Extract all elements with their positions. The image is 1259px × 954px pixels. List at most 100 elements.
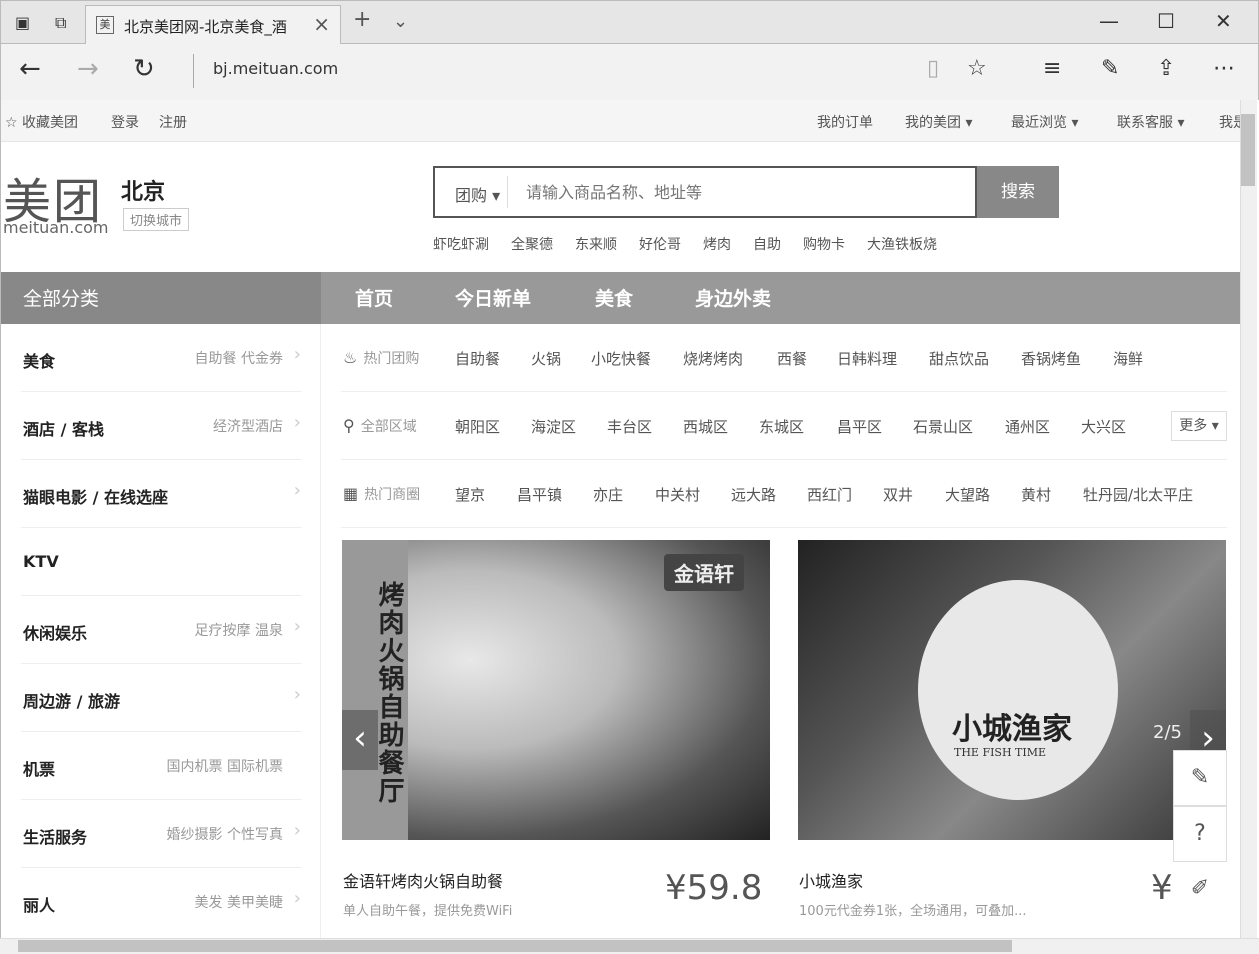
filter-item[interactable]: 中关村 [655, 484, 700, 505]
horizontal-scroll-thumb[interactable] [18, 940, 1012, 952]
nav-delivery[interactable]: 身边外卖 [695, 284, 771, 311]
favicon-icon: 美 [96, 16, 114, 34]
sidebar-item-name: 丽人 [23, 896, 56, 915]
chevron-right-icon: › [293, 480, 301, 501]
customer-service-link[interactable]: 联系客服 ▾ [1117, 112, 1184, 132]
login-link[interactable]: 登录 [111, 112, 139, 132]
tab-close-icon[interactable]: × [313, 12, 330, 36]
vertical-scrollbar[interactable] [1240, 100, 1257, 938]
hot-word[interactable]: 全聚德 [511, 237, 553, 253]
filter-item[interactable]: 海鲜 [1113, 348, 1143, 369]
favorite-star-icon[interactable]: ☆ [967, 56, 987, 81]
url-field[interactable]: bj.meituan.com [213, 59, 338, 78]
sidebar-item-hotel[interactable]: 酒店 / 客栈 经济型酒店 › [21, 392, 301, 460]
filter-item[interactable]: 烧烤烤肉 [683, 348, 743, 369]
register-link[interactable]: 注册 [159, 112, 187, 132]
tab-list-chevron-icon[interactable]: ⌄ [393, 11, 408, 32]
filter-item[interactable]: 牡丹园/北太平庄 [1083, 484, 1193, 505]
filter-item[interactable]: 丰台区 [607, 416, 652, 437]
filter-item[interactable]: 东城区 [759, 416, 804, 437]
sidebar-item-movie[interactable]: 猫眼电影 / 在线选座 › [21, 460, 301, 528]
filter-item[interactable]: 小吃快餐 [591, 348, 651, 369]
nav-new-today[interactable]: 今日新单 [455, 284, 531, 311]
filter-item[interactable]: 黄村 [1021, 484, 1051, 505]
edit-icon[interactable]: ✐ [1173, 862, 1227, 918]
deal-image-2[interactable]: 小城渔家 THE FISH TIME › [798, 540, 1226, 840]
forward-icon[interactable]: → [77, 54, 99, 84]
filter-item[interactable]: 甜点饮品 [929, 348, 989, 369]
filter-item[interactable]: 日韩料理 [837, 348, 897, 369]
sidebar-item-name: 休闲娱乐 [23, 624, 88, 643]
nav-food[interactable]: 美食 [595, 284, 633, 311]
sidebar-item-food[interactable]: 美食 自助餐 代金券 › [21, 324, 301, 392]
window-close-icon[interactable]: ✕ [1215, 9, 1232, 33]
filter-item[interactable]: 远大路 [731, 484, 776, 505]
sidebar-item-flights[interactable]: 机票 国内机票 国际机票 [21, 732, 301, 800]
sidebar-item-travel[interactable]: 周边游 / 旅游 › [21, 664, 301, 732]
minimize-icon[interactable]: — [1099, 9, 1119, 33]
filter-row-districts: ▦ 热门商圈 望京 昌平镇 亦庄 中关村 远大路 西红门 双井 大望路 黄村 牡丹… [341, 460, 1227, 528]
web-note-icon[interactable]: ✎ [1101, 56, 1119, 81]
filter-item[interactable]: 朝阳区 [455, 416, 500, 437]
filter-item[interactable]: 西餐 [777, 348, 807, 369]
hot-word[interactable]: 东来顺 [575, 237, 617, 253]
feedback-icon[interactable]: ✎ [1173, 750, 1227, 806]
filter-item[interactable]: 大望路 [945, 484, 990, 505]
filter-item[interactable]: 海淀区 [531, 416, 576, 437]
filter-item[interactable]: 火锅 [531, 348, 561, 369]
deal-title-2[interactable]: 小城渔家 [799, 868, 863, 892]
sidebar-item-ktv[interactable]: KTV [21, 528, 301, 596]
tab-title: 北京美团网-北京美食_酒 [124, 18, 287, 36]
nav-home[interactable]: 首页 [355, 284, 393, 311]
sidebar-item-entertainment[interactable]: 休闲娱乐 足疗按摩 温泉 › [21, 596, 301, 664]
deal-title-1[interactable]: 金语轩烤肉火锅自助餐 [343, 868, 503, 892]
filter-item[interactable]: 西城区 [683, 416, 728, 437]
bookmark-link[interactable]: ☆ 收藏美团 [5, 112, 78, 132]
switch-city-button[interactable]: 切换城市 [123, 208, 190, 231]
more-regions-dropdown[interactable]: 更多 ▾ [1171, 411, 1227, 441]
filter-item[interactable]: 昌平镇 [517, 484, 562, 505]
hot-word[interactable]: 虾吃虾涮 [433, 237, 489, 253]
deal-image-1[interactable]: 烤肉火锅自助餐厅 金语轩 ‹ [342, 540, 770, 840]
search-input[interactable] [507, 176, 967, 208]
filter-item[interactable]: 香锅烤鱼 [1021, 348, 1081, 369]
browser-tab[interactable]: 美 北京美团网-北京美食_酒 × [85, 5, 341, 45]
tab-manager-icon[interactable]: ▣ [15, 13, 33, 32]
back-icon[interactable]: ← [19, 54, 41, 84]
share-icon[interactable]: ⇪ [1157, 56, 1175, 81]
sidebar-item-beauty[interactable]: 丽人 美发 美甲美睫 › [21, 868, 301, 936]
new-tab-icon[interactable]: + [353, 7, 371, 32]
filter-item[interactable]: 西红门 [807, 484, 852, 505]
hot-word[interactable]: 好伦哥 [639, 237, 681, 253]
filter-item[interactable]: 大兴区 [1081, 416, 1126, 437]
search-button[interactable]: 搜索 [977, 166, 1059, 218]
maximize-icon[interactable]: ☐ [1157, 9, 1175, 33]
hot-word[interactable]: 购物卡 [803, 237, 845, 253]
sidebar-item-sub: 自助餐 代金券 [194, 351, 283, 367]
sidebar-item-life-services[interactable]: 生活服务 婚纱摄影 个性写真 › [21, 800, 301, 868]
merchant-link[interactable]: 我是 [1219, 112, 1240, 132]
my-orders-link[interactable]: 我的订单 [817, 112, 873, 132]
hot-word[interactable]: 自助 [753, 237, 781, 253]
filter-item[interactable]: 石景山区 [913, 416, 973, 437]
more-actions-icon[interactable]: ⋯ [1213, 56, 1235, 81]
refresh-icon[interactable]: ↻ [133, 54, 155, 84]
my-meituan-link[interactable]: 我的美团 ▾ [905, 112, 972, 132]
filter-item[interactable]: 通州区 [1005, 416, 1050, 437]
filter-item[interactable]: 望京 [455, 484, 485, 505]
filter-item[interactable]: 昌平区 [837, 416, 882, 437]
filter-item[interactable]: 亦庄 [593, 484, 623, 505]
hub-icon[interactable]: ≡ [1043, 56, 1061, 81]
filter-item[interactable]: 双井 [883, 484, 913, 505]
hot-word[interactable]: 大渔铁板烧 [867, 237, 937, 253]
search-type-select[interactable]: 团购 ▾ [455, 182, 500, 206]
hot-word[interactable]: 烤肉 [703, 237, 731, 253]
filter-item[interactable]: 自助餐 [455, 348, 500, 369]
recent-views-link[interactable]: 最近浏览 ▾ [1011, 112, 1078, 132]
vertical-scroll-thumb[interactable] [1241, 114, 1255, 186]
carousel-prev-icon[interactable]: ‹ [342, 710, 378, 770]
set-aside-tabs-icon[interactable]: ⧉ [55, 13, 73, 32]
reading-view-icon[interactable]: ▯ [927, 56, 939, 81]
help-icon[interactable]: ? [1173, 806, 1227, 862]
all-categories-header[interactable]: 全部分类 [1, 272, 321, 324]
